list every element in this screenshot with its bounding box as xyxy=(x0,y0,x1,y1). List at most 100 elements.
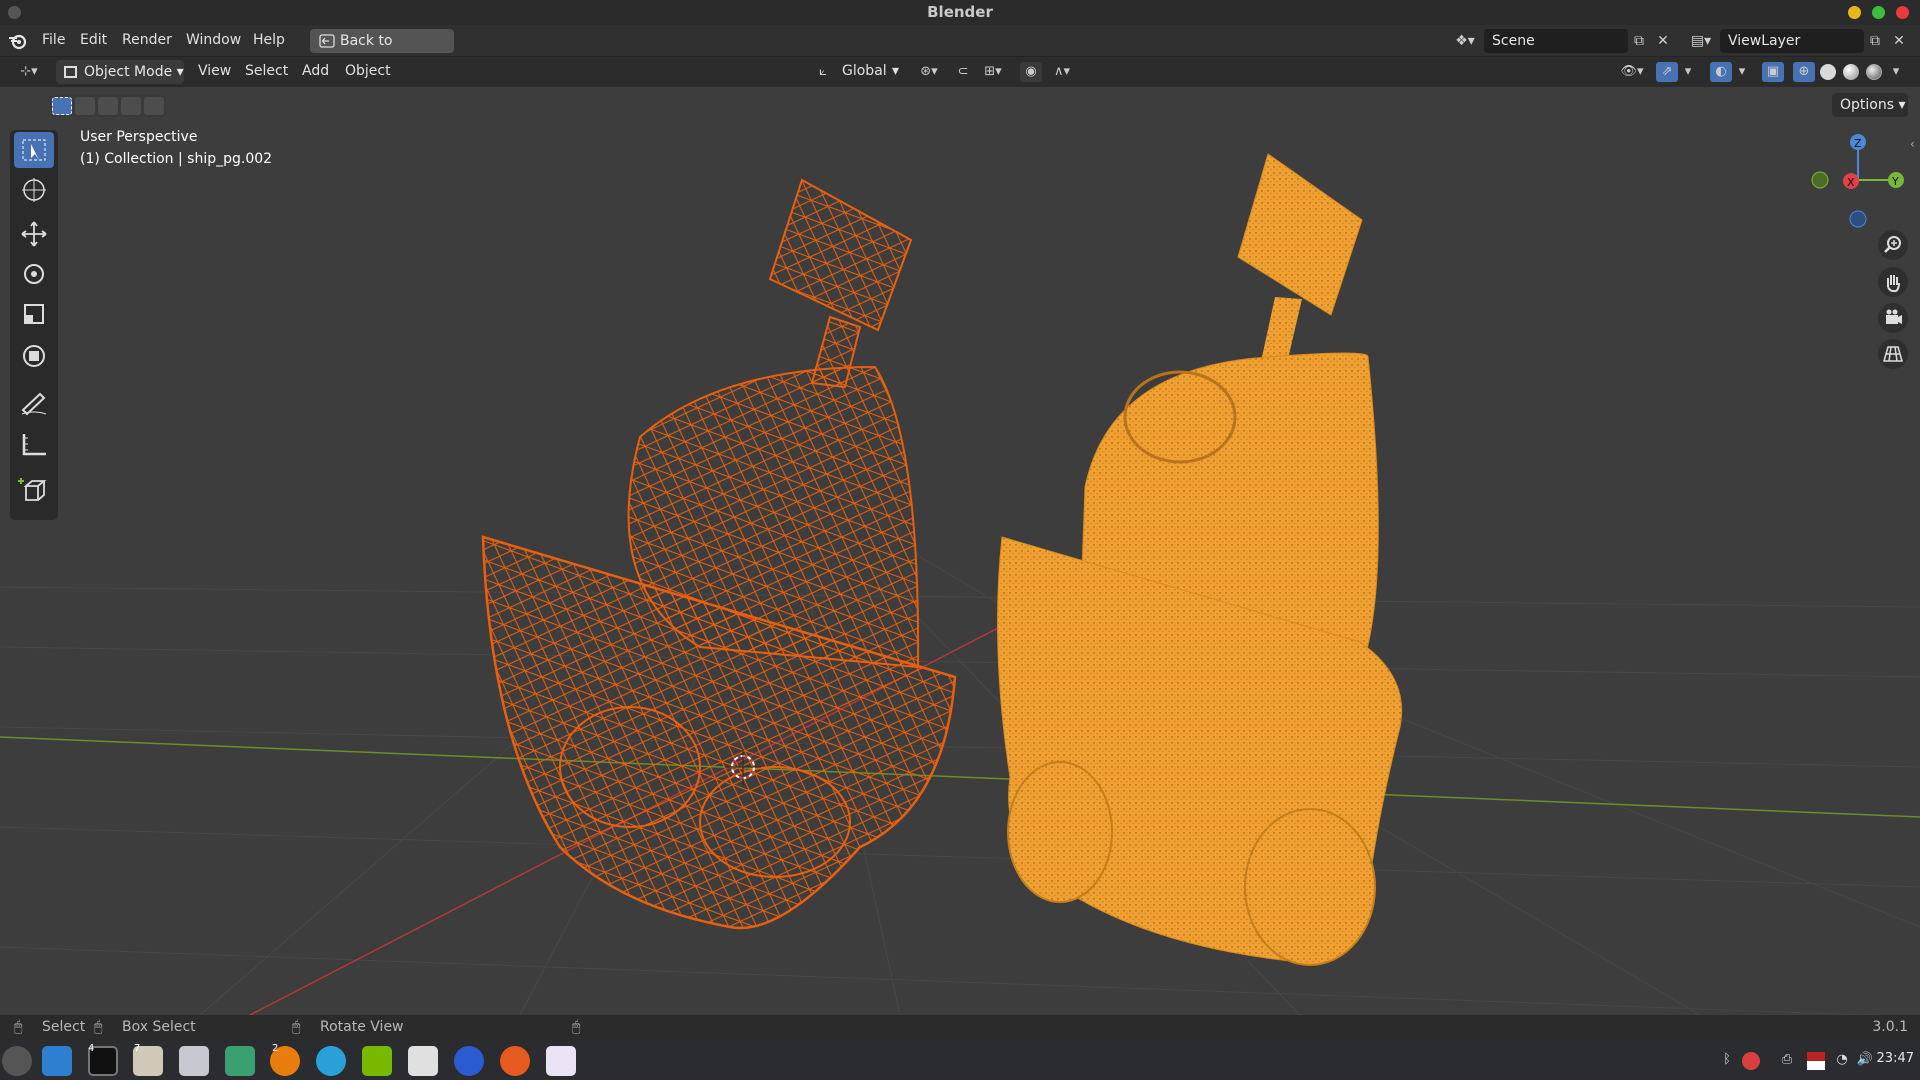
perspective-toggle-grid-icon[interactable] xyxy=(1878,339,1908,369)
telegram-icon[interactable] xyxy=(316,1046,346,1076)
gizmo-z-label: Z xyxy=(1854,137,1862,150)
solid-shading-icon[interactable] xyxy=(1820,64,1836,80)
transform-orientation-icon[interactable]: ⟀ xyxy=(812,62,834,82)
annotate-tool[interactable] xyxy=(14,384,54,420)
proportional-edit-icon[interactable]: ◉ xyxy=(1020,62,1042,82)
material-shading-icon[interactable] xyxy=(1843,64,1859,80)
menu-edit[interactable]: Edit xyxy=(80,32,107,48)
3d-viewport[interactable]: User Perspective (1) Collection | ship_p… xyxy=(0,87,1920,1015)
select-intersect-icon[interactable] xyxy=(144,97,164,115)
viewlayer-field[interactable]: ViewLayer xyxy=(1720,29,1864,53)
system-monitor-icon[interactable] xyxy=(225,1046,255,1076)
software-store-icon[interactable] xyxy=(546,1046,576,1076)
shading-dropdown-icon[interactable]: ▾ xyxy=(1888,62,1904,82)
mode-dropdown[interactable]: Object Mode ▾ xyxy=(56,60,184,84)
mouse-right-icon: 🖱 xyxy=(572,1019,581,1035)
blender-logo-icon[interactable] xyxy=(8,32,28,50)
clock[interactable]: 23:47 xyxy=(1877,1051,1914,1066)
xray-toggle-icon[interactable]: ▣ xyxy=(1762,62,1784,82)
add-cube-tool[interactable] xyxy=(14,472,54,508)
printer-tray-icon[interactable]: ⎙ xyxy=(1778,1052,1796,1070)
menu-add[interactable]: Add xyxy=(302,63,329,79)
y-axis-line xyxy=(0,736,1920,818)
rotate-icon xyxy=(24,264,44,284)
minimize-button[interactable] xyxy=(1848,6,1861,19)
options-dropdown[interactable]: Options ▾ xyxy=(1832,93,1908,117)
add-cube-icon xyxy=(18,478,47,501)
sidebar-toggle-chevron-icon[interactable]: ‹ xyxy=(1910,137,1915,151)
menu-render[interactable]: Render xyxy=(122,32,172,48)
navigation-gizmo[interactable]: Z Y X xyxy=(1808,127,1918,247)
delete-scene-icon[interactable]: ✕ xyxy=(1652,31,1674,51)
zoom-view-icon[interactable] xyxy=(1878,230,1908,260)
app-menu-icon[interactable] xyxy=(2,1046,32,1076)
update-tray-icon[interactable] xyxy=(1742,1052,1760,1070)
select-invert-icon[interactable] xyxy=(121,97,141,115)
snap-target-icon[interactable]: ⊞▾ xyxy=(976,62,1010,82)
orientation-label[interactable]: Global xyxy=(842,63,887,79)
menu-select[interactable]: Select xyxy=(245,63,288,79)
mode-label: Object Mode xyxy=(84,64,173,80)
back-to-previous-button[interactable]: Back to Previous xyxy=(310,29,454,73)
gizmo-toggle-icon[interactable]: ⇗ xyxy=(1656,62,1678,82)
delete-viewlayer-icon[interactable]: ✕ xyxy=(1888,31,1910,51)
pivot-point-icon[interactable]: ⊛▾ xyxy=(914,62,944,82)
scale-icon xyxy=(24,304,44,324)
select-subtract-icon[interactable] xyxy=(98,97,118,115)
cursor-tool[interactable] xyxy=(14,172,54,208)
menu-object[interactable]: Object xyxy=(345,63,391,79)
scene-selector-icon[interactable]: ❖▾ xyxy=(1450,31,1480,51)
orientation-chevron-icon[interactable]: ▾ xyxy=(892,63,899,79)
measure-tool[interactable] xyxy=(14,426,54,462)
select-box-tool[interactable] xyxy=(14,132,54,168)
falloff-icon[interactable]: ∧▾ xyxy=(1046,62,1078,82)
transform-tool[interactable] xyxy=(14,338,54,374)
gizmo-dropdown-icon[interactable]: ▾ xyxy=(1680,62,1696,82)
viewlayer-selector-icon[interactable]: ▤▾ xyxy=(1686,31,1716,51)
new-scene-icon[interactable]: ⧉ xyxy=(1628,31,1650,51)
snap-toggle-icon[interactable]: ⊂ xyxy=(952,62,974,82)
move-tool[interactable] xyxy=(14,216,54,252)
menu-window[interactable]: Window xyxy=(186,32,241,48)
viewlayer-name: ViewLayer xyxy=(1728,33,1801,49)
close-button[interactable] xyxy=(1896,6,1909,19)
camera-view-icon[interactable] xyxy=(1878,303,1908,333)
desktop-folder-icon[interactable] xyxy=(42,1046,72,1076)
menu-view[interactable]: View xyxy=(198,63,231,79)
keyboard-layout-flag-icon[interactable] xyxy=(1807,1052,1825,1070)
scene-field[interactable]: Scene xyxy=(1484,29,1628,53)
overlay-dropdown-icon[interactable]: ▾ xyxy=(1734,62,1750,82)
collection-label: (1) Collection | ship_pg.002 xyxy=(80,151,273,167)
select-new-icon[interactable] xyxy=(52,97,72,115)
blender-version: 3.0.1 xyxy=(1872,1019,1908,1035)
back-arrow-icon xyxy=(319,34,335,48)
overlay-toggle-icon[interactable]: ◐ xyxy=(1710,62,1732,82)
cursor-icon xyxy=(22,178,46,202)
rotate-tool[interactable] xyxy=(14,256,54,292)
volume-tray-icon[interactable]: 🔊 xyxy=(1856,1052,1874,1070)
wireframe-shading-icon[interactable]: ⊕ xyxy=(1793,62,1815,82)
menu-file[interactable]: File xyxy=(42,32,65,48)
menu-help[interactable]: Help xyxy=(253,32,285,48)
window-titlebar: Blender xyxy=(0,0,1920,25)
nvidia-settings-icon[interactable] xyxy=(362,1046,392,1076)
visibility-icon[interactable]: 👁▾ xyxy=(1616,62,1648,82)
document-viewer-icon[interactable] xyxy=(408,1046,438,1076)
terminal-badge: 4 xyxy=(88,1043,95,1054)
solid-ship-object[interactable] xyxy=(997,153,1403,966)
bluetooth-app-icon[interactable] xyxy=(454,1046,484,1076)
new-viewlayer-icon[interactable]: ⧉ xyxy=(1864,31,1886,51)
select-extend-icon[interactable] xyxy=(75,97,95,115)
wireframe-ship-object[interactable] xyxy=(481,178,957,930)
maximize-button[interactable] xyxy=(1872,6,1885,19)
editor-type-icon[interactable]: ⊹▾ xyxy=(14,62,44,82)
scale-tool[interactable] xyxy=(14,296,54,332)
rendered-shading-icon[interactable] xyxy=(1866,64,1882,80)
firefox-icon[interactable] xyxy=(500,1046,530,1076)
gizmo-x-label: X xyxy=(1847,176,1855,189)
bluetooth-tray-icon[interactable]: ᛒ xyxy=(1718,1052,1736,1070)
settings-toggle-icon[interactable] xyxy=(179,1046,209,1076)
wifi-tray-icon[interactable]: ◔ xyxy=(1833,1052,1851,1070)
files-badge: 7 xyxy=(134,1043,141,1054)
pan-view-hand-icon[interactable] xyxy=(1878,267,1908,297)
